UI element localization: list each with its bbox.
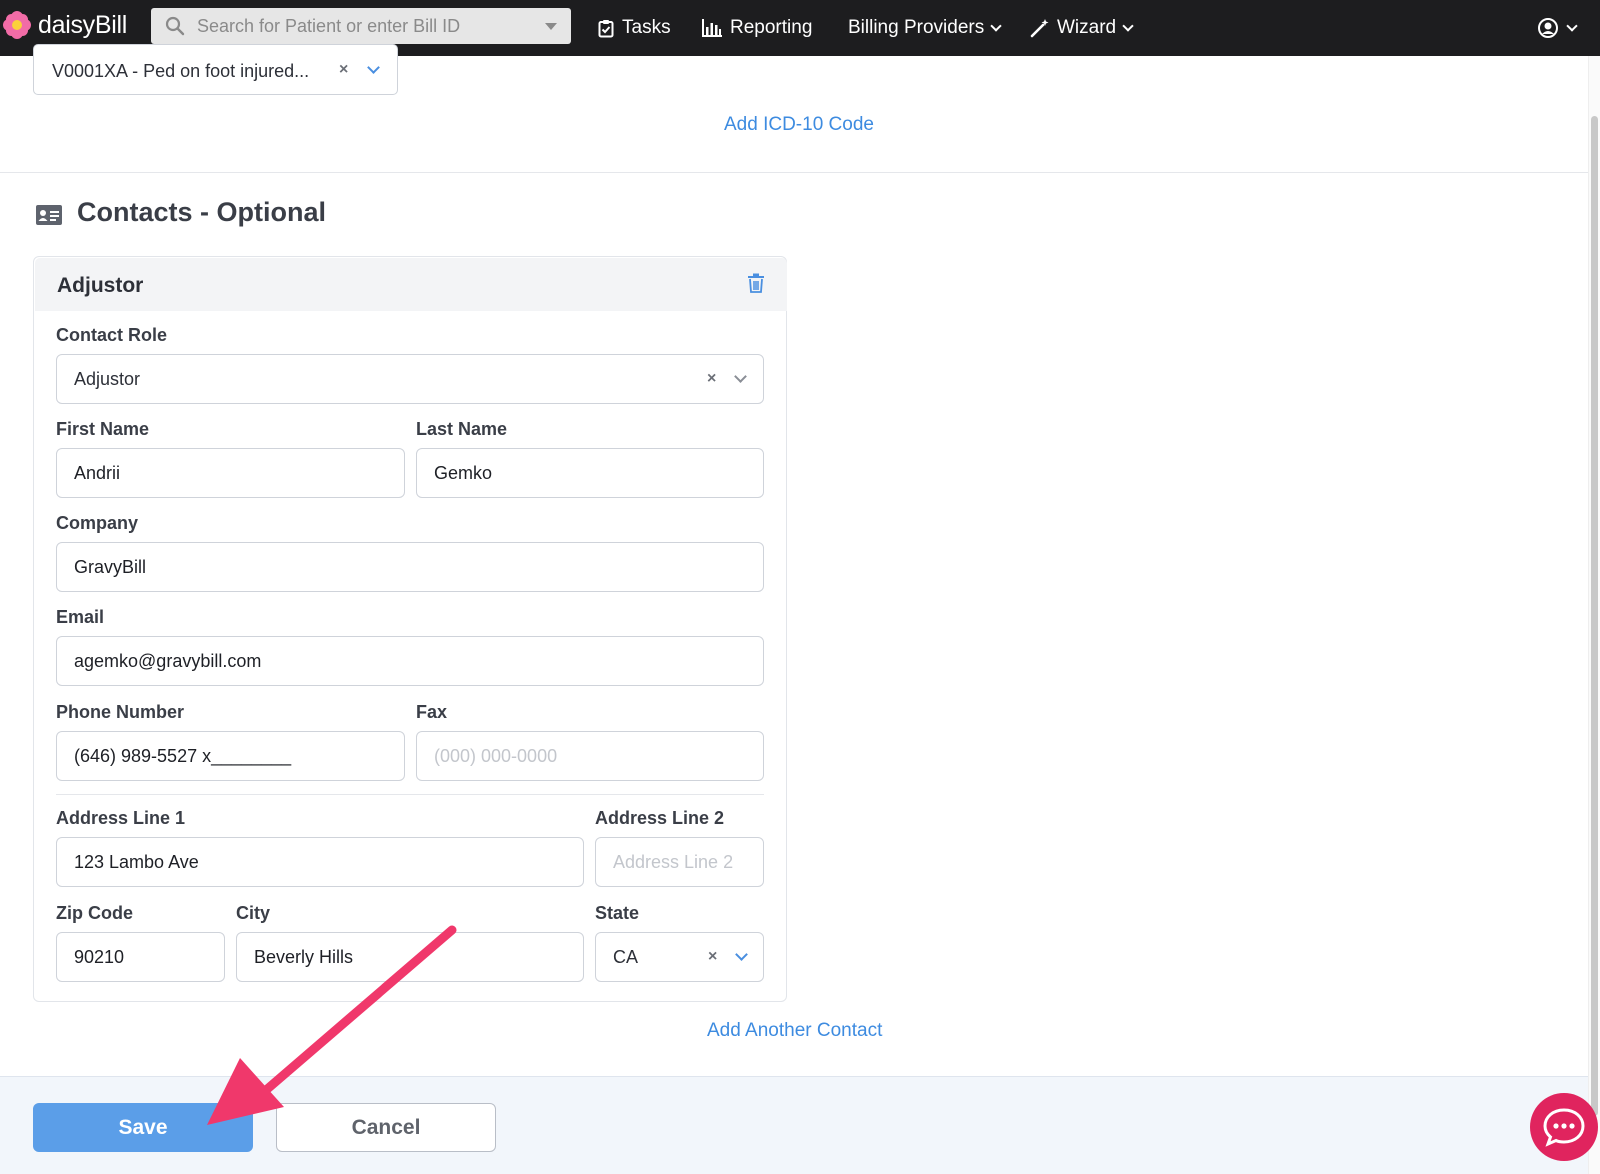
- form-footer: Save Cancel: [0, 1076, 1588, 1174]
- address-line2-field[interactable]: [595, 837, 764, 887]
- magic-wand-icon: [1030, 18, 1049, 37]
- add-another-contact-link[interactable]: Add Another Contact: [707, 1020, 882, 1042]
- nav-billing-providers-label: Billing Providers: [848, 17, 985, 38]
- contact-role-select[interactable]: Adjustor ×: [56, 354, 764, 404]
- bar-chart-icon: [702, 19, 722, 37]
- clipboard-check-icon: [598, 19, 614, 37]
- chevron-down-icon[interactable]: [367, 61, 380, 74]
- icd10-code-select[interactable]: V0001XA - Ped on foot injured... ×: [33, 44, 398, 95]
- address-divider: [56, 794, 764, 795]
- nav-wizard[interactable]: Wizard: [1030, 0, 1134, 56]
- address-line2-input[interactable]: [596, 838, 763, 886]
- city-field[interactable]: [236, 932, 584, 982]
- last-name-field[interactable]: [416, 448, 764, 498]
- company-label: Company: [56, 513, 139, 533]
- contact-card-title: Adjustor: [57, 274, 144, 297]
- nav-billing-providers[interactable]: Billing Providers: [848, 0, 1002, 56]
- address-line1-input[interactable]: [57, 838, 583, 886]
- chat-support-button[interactable]: [1530, 1093, 1598, 1161]
- nav-reporting[interactable]: Reporting: [702, 0, 812, 56]
- chat-bubble-icon: [1543, 1108, 1585, 1147]
- state-value: CA: [613, 947, 639, 967]
- scrollbar-thumb[interactable]: [1591, 116, 1598, 1116]
- page-scrollbar[interactable]: [1588, 56, 1600, 1174]
- search-icon: [165, 16, 185, 36]
- zip-code-input[interactable]: [57, 933, 224, 981]
- contacts-section-title: Contacts - Optional: [77, 197, 326, 227]
- chevron-down-icon: [1122, 19, 1134, 32]
- nav-wizard-label: Wizard: [1057, 17, 1117, 38]
- clear-icon[interactable]: ×: [339, 61, 348, 79]
- address-line1-field[interactable]: [56, 837, 584, 887]
- user-menu[interactable]: [1538, 0, 1578, 56]
- clear-icon[interactable]: ×: [708, 948, 717, 966]
- save-button[interactable]: Save: [33, 1103, 253, 1152]
- phone-label: Phone Number: [56, 702, 185, 722]
- fax-input[interactable]: [417, 732, 763, 780]
- contact-role-label: Contact Role: [56, 325, 168, 345]
- patient-search-box[interactable]: [151, 8, 571, 44]
- email-label: Email: [56, 607, 105, 627]
- address-line1-label: Address Line 1: [56, 808, 186, 828]
- phone-field[interactable]: [56, 731, 405, 781]
- email-field[interactable]: [56, 636, 764, 686]
- city-label: City: [236, 903, 271, 923]
- nav-tasks[interactable]: Tasks: [598, 0, 671, 56]
- daisy-flower-icon: [3, 11, 31, 39]
- cancel-button[interactable]: Cancel: [276, 1103, 496, 1152]
- company-field[interactable]: [56, 542, 764, 592]
- state-select[interactable]: CA ×: [595, 932, 764, 982]
- city-input[interactable]: [237, 933, 583, 981]
- nav-tasks-label: Tasks: [622, 17, 671, 38]
- chevron-down-icon: [990, 19, 1002, 32]
- add-icd10-code-link[interactable]: Add ICD-10 Code: [724, 114, 874, 136]
- zip-code-label: Zip Code: [56, 903, 133, 923]
- contact-role-value: Adjustor: [74, 369, 141, 389]
- search-input[interactable]: [197, 8, 527, 44]
- chevron-down-icon[interactable]: [734, 370, 747, 383]
- first-name-label: First Name: [56, 419, 150, 439]
- email-input[interactable]: [57, 637, 763, 685]
- icd10-selected-value: V0001XA - Ped on foot injured...: [52, 61, 310, 81]
- user-circle-icon: [1538, 18, 1558, 38]
- fax-label: Fax: [416, 702, 448, 722]
- trash-icon[interactable]: [747, 273, 765, 293]
- state-label: State: [595, 903, 640, 923]
- address-line2-label: Address Line 2: [595, 808, 725, 828]
- contact-card-header: Adjustor: [35, 258, 787, 311]
- last-name-label: Last Name: [416, 419, 508, 439]
- last-name-input[interactable]: [417, 449, 763, 497]
- contact-card-icon: [36, 205, 62, 225]
- chevron-down-icon[interactable]: [735, 948, 748, 961]
- phone-input[interactable]: [57, 732, 404, 780]
- daisybill-logo[interactable]: daisyBill: [2, 10, 127, 40]
- zip-code-field[interactable]: [56, 932, 225, 982]
- search-dropdown-caret-icon[interactable]: [545, 23, 557, 30]
- section-divider: [0, 172, 1588, 173]
- nav-reporting-label: Reporting: [730, 17, 813, 38]
- company-input[interactable]: [57, 543, 763, 591]
- clear-icon[interactable]: ×: [707, 370, 716, 388]
- chevron-down-icon: [1566, 19, 1578, 32]
- fax-field[interactable]: [416, 731, 764, 781]
- logo-text: daisyBill: [38, 10, 127, 39]
- first-name-field[interactable]: [56, 448, 405, 498]
- first-name-input[interactable]: [57, 449, 404, 497]
